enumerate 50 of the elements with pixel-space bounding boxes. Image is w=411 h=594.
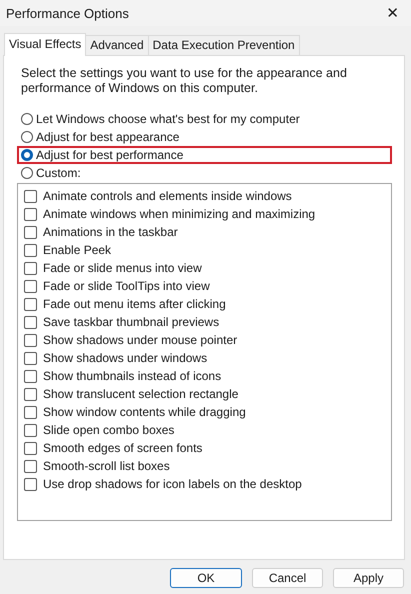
checkbox[interactable] bbox=[24, 262, 37, 274]
checkbox-label[interactable]: Fade or slide menus into view bbox=[43, 261, 202, 275]
dialog-button[interactable]: Cancel bbox=[252, 568, 323, 588]
checkbox[interactable] bbox=[24, 334, 37, 346]
checkbox[interactable] bbox=[24, 460, 37, 472]
checkbox[interactable] bbox=[24, 478, 37, 490]
description-text: Select the settings you want to use for the appearance and performance of Windows on this computer. bbox=[21, 66, 348, 96]
checkbox-label[interactable]: Save taskbar thumbnail previews bbox=[43, 315, 220, 329]
checkbox-label[interactable]: Animate windows when minimizing and maximizing bbox=[43, 207, 316, 221]
radio-button[interactable] bbox=[21, 113, 33, 125]
checkbox-label[interactable]: Slide open combo boxes bbox=[43, 423, 174, 437]
checkbox-label[interactable]: Smooth edges of screen fonts bbox=[43, 441, 202, 455]
checkbox-label[interactable]: Animate controls and elements inside windows bbox=[43, 189, 292, 203]
checkbox-label[interactable]: Show thumbnails instead of icons bbox=[43, 369, 222, 383]
checkbox-label[interactable]: Show window contents while dragging bbox=[43, 405, 246, 419]
radio-button[interactable] bbox=[21, 131, 33, 143]
checkbox[interactable] bbox=[24, 190, 37, 202]
radio-label[interactable]: Adjust for best performance bbox=[36, 148, 184, 162]
radio-label[interactable]: Let Windows choose what's best for my computer bbox=[36, 112, 300, 126]
checkbox-label[interactable]: Enable Peek bbox=[43, 243, 112, 257]
checkbox-label[interactable]: Show shadows under windows bbox=[43, 351, 208, 365]
window-title: Performance Options bbox=[6, 6, 129, 20]
radio-label[interactable]: Adjust for best appearance bbox=[36, 130, 180, 144]
checkbox[interactable] bbox=[24, 406, 37, 418]
checkbox[interactable] bbox=[24, 424, 37, 436]
checkbox-label[interactable]: Smooth-scroll list boxes bbox=[43, 459, 170, 473]
checkbox[interactable] bbox=[24, 316, 37, 328]
checkbox[interactable] bbox=[24, 352, 37, 364]
checkbox[interactable] bbox=[24, 298, 37, 310]
tab[interactable]: Data Execution Prevention bbox=[148, 35, 300, 55]
checkbox[interactable] bbox=[24, 226, 37, 238]
checkbox-label[interactable]: Use drop shadows for icon labels on the desktop bbox=[43, 477, 302, 491]
checkbox[interactable] bbox=[24, 208, 37, 220]
checkbox-label[interactable]: Animations in the taskbar bbox=[43, 225, 178, 239]
dialog-button[interactable]: OK bbox=[170, 568, 242, 588]
checkbox-label[interactable]: Fade out menu items after clicking bbox=[43, 297, 226, 311]
close-button[interactable]: ✕ bbox=[382, 4, 403, 22]
checkbox-label[interactable]: Show translucent selection rectangle bbox=[43, 387, 238, 401]
radio-label[interactable]: Custom: bbox=[36, 166, 81, 180]
checkbox[interactable] bbox=[24, 388, 37, 400]
radio-button[interactable] bbox=[21, 167, 33, 179]
checkbox[interactable] bbox=[24, 370, 37, 382]
dialog-button[interactable]: Apply bbox=[333, 568, 404, 588]
checkbox-label[interactable]: Fade or slide ToolTips into view bbox=[43, 279, 210, 293]
checkbox[interactable] bbox=[24, 280, 37, 292]
checkbox[interactable] bbox=[24, 442, 37, 454]
checkbox[interactable] bbox=[24, 244, 37, 256]
radio-button[interactable] bbox=[21, 149, 33, 161]
tab[interactable]: Visual Effects bbox=[4, 33, 86, 56]
checkbox-label[interactable]: Show shadows under mouse pointer bbox=[43, 333, 238, 347]
